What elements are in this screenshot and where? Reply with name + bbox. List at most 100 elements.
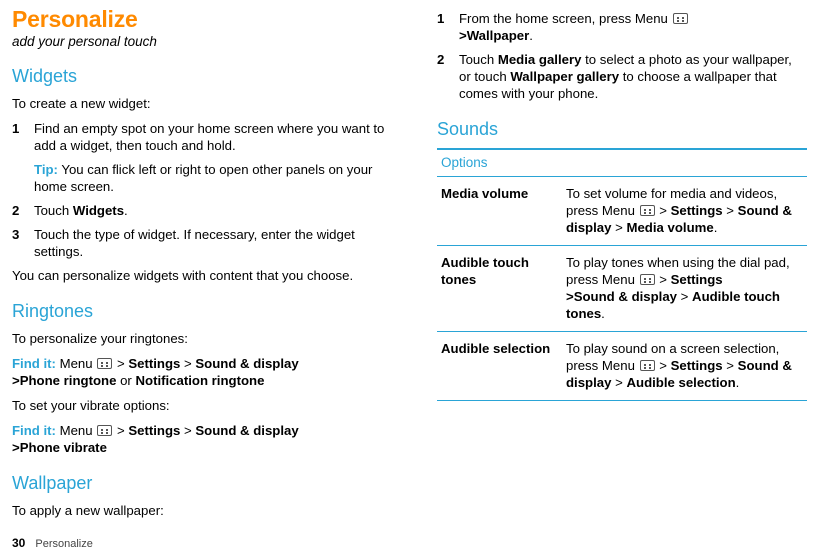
findit-label: Find it: xyxy=(12,423,56,438)
menu-key-icon xyxy=(97,425,113,436)
menu-key-icon xyxy=(639,360,655,371)
desc-sep-2: > xyxy=(566,289,574,304)
step-bold: Widgets xyxy=(72,203,125,218)
ringtones-intro: To personalize your ringtones: xyxy=(12,331,188,346)
page-subtitle: add your personal touch xyxy=(12,34,157,49)
option-name: Audible selection xyxy=(437,331,562,401)
desc-sep-2: > xyxy=(722,203,738,218)
desc-period: . xyxy=(713,220,718,235)
step-text: Touch xyxy=(34,203,73,218)
manual-page: Personalize add your personal touch Widg… xyxy=(0,0,815,556)
footer-chapter: Personalize xyxy=(35,538,93,550)
findit-sound-display: Sound & display xyxy=(195,356,299,371)
findit-ringtone: Find it: Menu > Settings > Sound & displ… xyxy=(12,355,387,389)
findit-settings: Settings xyxy=(128,356,181,371)
table-row: Media volume To set volume for media and… xyxy=(437,176,807,246)
wallpaper-intro: To apply a new wallpaper: xyxy=(12,503,164,518)
step-number: 1 xyxy=(437,11,445,26)
findit-settings: Settings xyxy=(128,423,181,438)
list-item: 2 Touch Media gallery to select a photo … xyxy=(437,51,807,102)
table-header-row: Options xyxy=(437,148,807,177)
step-text: Find an empty spot on your home screen w… xyxy=(34,121,385,153)
tip-block: Tip: You can flick left or right to open… xyxy=(12,161,387,195)
findit-label: Find it: xyxy=(12,356,56,371)
findit-sep: > xyxy=(113,356,129,371)
findit-text: Menu xyxy=(55,423,97,438)
step-gt: > xyxy=(459,28,467,43)
findit-vibrate: Find it: Menu > Settings > Sound & displ… xyxy=(12,422,387,456)
table-header-options: Options xyxy=(437,148,807,177)
menu-key-icon xyxy=(639,205,655,216)
findit-sound-display: Sound & display xyxy=(195,423,299,438)
desc-period: . xyxy=(601,306,605,321)
findit-gt: > xyxy=(12,373,20,388)
desc-bold-1: Settings xyxy=(670,203,723,218)
option-description: To set volume for media and videos, pres… xyxy=(562,176,807,246)
table-row: Audible selection To play sound on a scr… xyxy=(437,331,807,401)
desc-bold-3: Media volume xyxy=(626,220,714,235)
desc-bold-2: Sound & display xyxy=(573,289,678,304)
desc-sep-1: > xyxy=(655,272,671,287)
widgets-intro: To create a new widget: xyxy=(12,96,151,111)
list-item: 1 Find an empty spot on your home screen… xyxy=(12,120,387,154)
step-bold-2: Wallpaper gallery xyxy=(510,69,620,84)
list-item: 3 Touch the type of widget. If necessary… xyxy=(12,226,387,260)
tip-label: Tip: xyxy=(34,162,58,177)
section-heading-widgets: Widgets xyxy=(12,66,78,86)
desc-sep-2: > xyxy=(722,358,738,373)
section-heading-sounds: Sounds xyxy=(437,119,499,139)
sounds-options-table: Options Media volume To set volume for m… xyxy=(437,148,807,401)
desc-sep-3: > xyxy=(611,220,627,235)
page-number: 30 xyxy=(12,536,26,550)
step-text: Touch the type of widget. If necessary, … xyxy=(34,227,355,259)
page-title: Personalize xyxy=(12,6,138,32)
vibrate-intro: To set your vibrate options: xyxy=(12,398,170,413)
findit-sep2: > xyxy=(180,423,196,438)
desc-bold-1: Settings xyxy=(670,358,723,373)
page-footer: 30 Personalize xyxy=(12,536,93,550)
list-item: 2 Touch Widgets. xyxy=(12,202,387,219)
step-bold-1: Media gallery xyxy=(497,52,582,67)
desc-bold-3: Audible selection xyxy=(626,375,736,390)
step-text-post: . xyxy=(124,203,128,218)
option-name: Media volume xyxy=(437,176,562,246)
findit-phone-ringtone: Phone ringtone xyxy=(19,373,117,388)
findit-phone-vibrate: Phone vibrate xyxy=(19,440,107,455)
desc-sep-3: > xyxy=(677,289,693,304)
findit-text: Menu xyxy=(55,356,97,371)
tip-text: You can flick left or right to open othe… xyxy=(34,162,373,194)
step-number: 2 xyxy=(12,203,20,218)
table-row: Audible touch tones To play tones when u… xyxy=(437,245,807,332)
step-text: Touch xyxy=(459,52,498,67)
option-description: To play tones when using the dial pad, p… xyxy=(562,245,807,332)
desc-bold-1: Settings xyxy=(670,272,723,287)
desc-sep-1: > xyxy=(655,358,671,373)
section-heading-ringtones: Ringtones xyxy=(12,301,94,321)
list-item: 1 From the home screen, press Menu >Wall… xyxy=(437,10,807,44)
widgets-steps: 1 Find an empty spot on your home screen… xyxy=(12,120,387,154)
findit-gt: > xyxy=(12,440,20,455)
menu-key-icon xyxy=(672,13,688,24)
menu-key-icon xyxy=(639,274,655,285)
step-number: 1 xyxy=(12,121,20,136)
widgets-steps-cont: 2 Touch Widgets. 3 Touch the type of wid… xyxy=(12,202,387,260)
section-heading-wallpaper: Wallpaper xyxy=(12,473,93,493)
findit-or: or xyxy=(116,373,136,388)
step-number: 3 xyxy=(12,227,20,242)
left-column: Personalize add your personal touch Widg… xyxy=(12,6,387,527)
desc-period: . xyxy=(735,375,740,390)
findit-sep: > xyxy=(113,423,129,438)
wallpaper-steps: 1 From the home screen, press Menu >Wall… xyxy=(437,10,807,102)
desc-sep-1: > xyxy=(655,203,671,218)
step-text: From the home screen, press Menu xyxy=(459,11,672,26)
menu-key-icon xyxy=(97,358,113,369)
findit-sep2: > xyxy=(180,356,196,371)
findit-notification-ringtone: Notification ringtone xyxy=(135,373,265,388)
right-column: 1 From the home screen, press Menu >Wall… xyxy=(437,6,807,401)
step-bold: Wallpaper xyxy=(466,28,530,43)
widgets-outro: You can personalize widgets with content… xyxy=(12,268,354,283)
option-name: Audible touch tones xyxy=(437,245,562,332)
desc-sep-3: > xyxy=(611,375,627,390)
step-number: 2 xyxy=(437,52,445,67)
option-description: To play sound on a screen selection, pre… xyxy=(562,331,807,401)
